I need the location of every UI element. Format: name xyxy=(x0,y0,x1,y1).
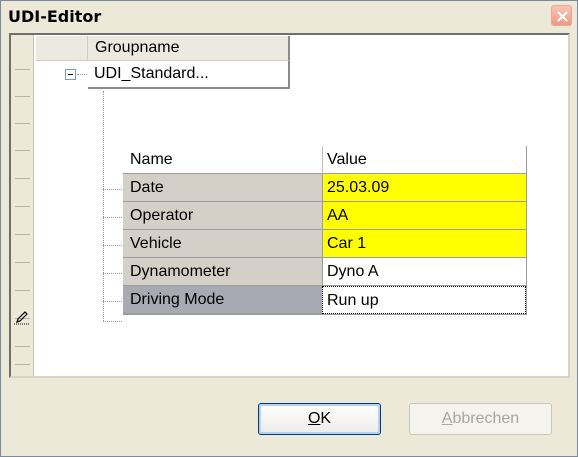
table-row[interactable]: Vehicle Car 1 xyxy=(123,230,526,258)
row-indicator-tick xyxy=(15,346,30,347)
udi-editor-window: UDI-Editor Groupname UDI_Standard... Nam… xyxy=(0,0,578,457)
row-indicator-tick xyxy=(15,262,30,263)
table-row[interactable]: Date 25.03.09 xyxy=(123,174,526,202)
tree-connector xyxy=(103,245,122,246)
name-column-header[interactable]: Name xyxy=(123,146,322,174)
title-bar[interactable]: UDI-Editor xyxy=(1,1,577,31)
row-indicator-tick xyxy=(15,178,30,179)
property-name: Driving Mode xyxy=(123,286,322,314)
close-button[interactable] xyxy=(551,5,572,26)
udi-tree-grid[interactable]: Groupname UDI_Standard... Name Value Dat… xyxy=(9,33,570,378)
row-indicator-tick xyxy=(15,96,30,97)
tree-connector xyxy=(103,273,122,274)
property-name: Vehicle xyxy=(123,230,322,258)
row-indicator-tick xyxy=(15,150,30,151)
groupname-column-header[interactable]: Groupname xyxy=(88,36,290,61)
property-name: Dynamometer xyxy=(123,258,322,286)
row-indicator-tick xyxy=(15,206,30,207)
property-grid: Name Value Date 25.03.09 Operator AA Veh… xyxy=(123,146,527,315)
row-indicator-column xyxy=(11,35,34,376)
value-column-header[interactable]: Value xyxy=(322,146,526,174)
table-row[interactable]: Operator AA xyxy=(123,202,526,230)
tree-connector xyxy=(77,74,87,75)
row-indicator-tick xyxy=(15,123,30,124)
row-indicator-tick xyxy=(15,364,30,365)
row-indicator-tick xyxy=(15,234,30,235)
cancel-label: bbrechen xyxy=(452,410,520,427)
ok-button[interactable]: OK xyxy=(258,403,381,435)
ok-label: K xyxy=(320,410,332,427)
tree-connector xyxy=(103,321,122,322)
tree-connector xyxy=(103,189,122,190)
close-icon xyxy=(557,11,568,22)
table-row[interactable]: Dynamometer Dyno A xyxy=(123,258,526,286)
property-value[interactable]: Car 1 xyxy=(322,230,526,258)
group-name-cell[interactable]: UDI_Standard... xyxy=(88,61,290,89)
property-name: Date xyxy=(123,174,322,202)
pencil-icon xyxy=(14,311,29,325)
ok-mnemonic: O xyxy=(307,410,321,427)
property-value-editor[interactable]: Run up xyxy=(322,286,526,314)
tree-connector xyxy=(103,301,122,302)
grid-corner-cell xyxy=(36,36,88,61)
table-row-selected[interactable]: Driving Mode Run up xyxy=(123,286,526,314)
row-indicator-tick xyxy=(15,69,30,70)
grid-header-row: Name Value xyxy=(123,146,526,174)
cancel-button[interactable]: Abbrechen xyxy=(409,403,552,435)
tree-connector xyxy=(103,217,122,218)
row-indicator-tick xyxy=(15,290,30,291)
property-value[interactable]: 25.03.09 xyxy=(322,174,526,202)
window-title: UDI-Editor xyxy=(8,7,102,26)
property-name: Operator xyxy=(123,202,322,230)
tree-connector xyxy=(103,91,104,321)
property-value[interactable]: Dyno A xyxy=(322,258,526,286)
property-value[interactable]: AA xyxy=(322,202,526,230)
cancel-mnemonic: A xyxy=(441,410,453,427)
collapse-minus-icon[interactable] xyxy=(65,69,76,80)
